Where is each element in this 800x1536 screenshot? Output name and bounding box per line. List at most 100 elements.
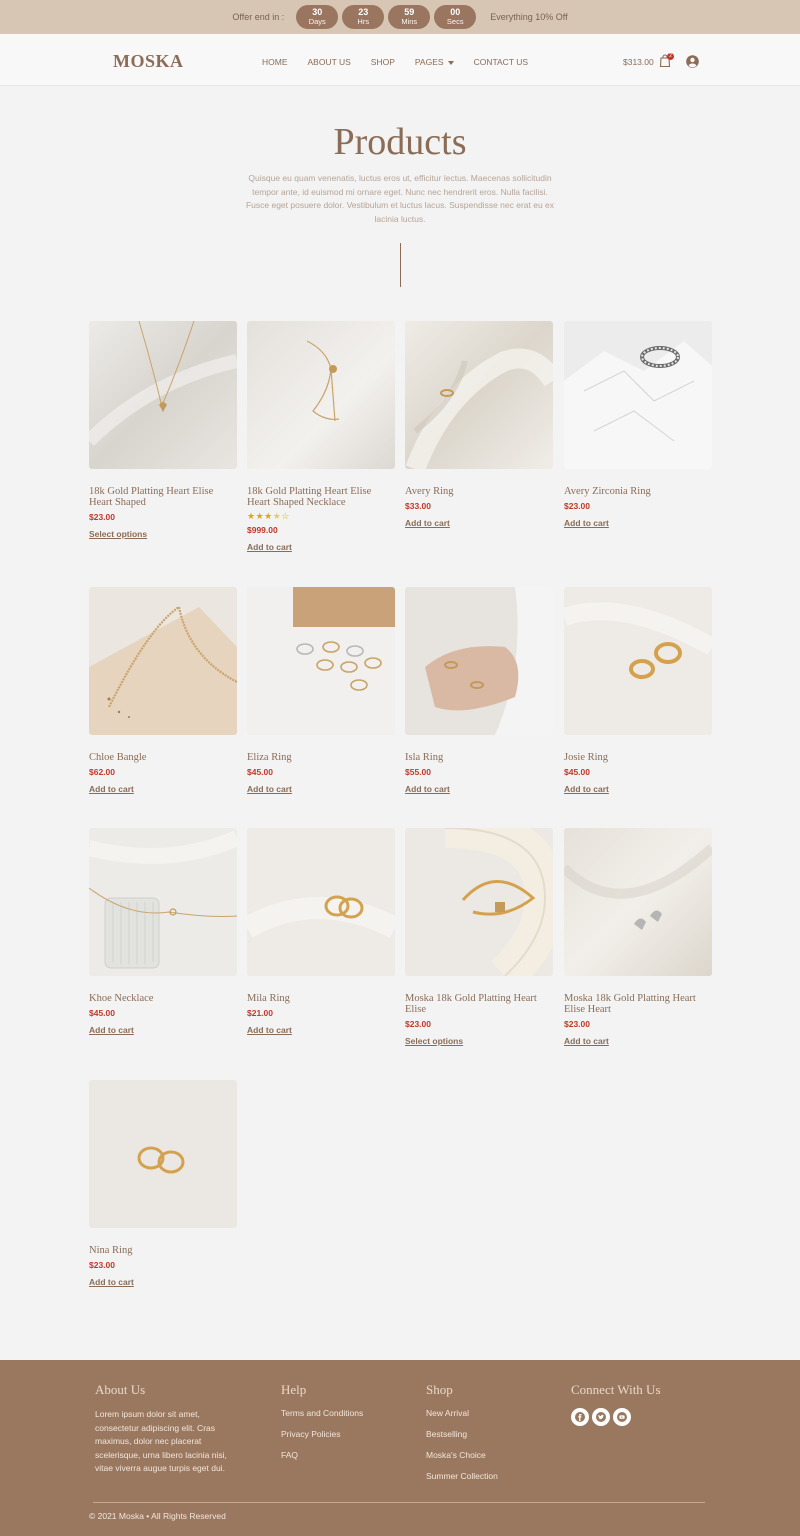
footer-about-text: Lorem ipsum dolor sit amet, consectetur …	[95, 1409, 227, 1473]
footer-link-moskas-choice[interactable]: Moska's Choice	[426, 1450, 498, 1460]
product-card: Josie Ring $45.00 Add to cart	[564, 587, 712, 797]
product-image[interactable]	[564, 828, 712, 976]
offer-discount-text: Everything 10% Off	[490, 12, 568, 22]
add-to-cart-button[interactable]: Add to cart	[405, 784, 450, 794]
nav-contact-us[interactable]: CONTACT US	[474, 57, 528, 67]
footer-link-new-arrival[interactable]: New Arrival	[426, 1408, 498, 1418]
footer-link-faq[interactable]: FAQ	[281, 1450, 363, 1460]
chevron-down-icon	[447, 60, 454, 65]
twitter-icon[interactable]	[592, 1408, 610, 1426]
product-card: Moska 18k Gold Platting Heart Elise $23.…	[405, 828, 553, 1049]
product-image[interactable]	[89, 828, 237, 976]
footer-shop-title: Shop	[426, 1382, 453, 1397]
product-image[interactable]	[89, 321, 237, 469]
product-price: $45.00	[564, 767, 590, 777]
product-card: Chloe Bangle $62.00 Add to cart	[89, 587, 237, 797]
countdown-minutes: 59 Mins	[388, 5, 431, 29]
product-image[interactable]	[405, 321, 553, 469]
nav-pages[interactable]: PAGES	[415, 57, 454, 67]
product-image[interactable]	[564, 321, 712, 469]
product-image[interactable]	[405, 828, 553, 976]
product-name[interactable]: Avery Zirconia Ring	[564, 486, 712, 497]
add-to-cart-button[interactable]: Add to cart	[564, 1036, 609, 1046]
footer-link-terms[interactable]: Terms and Conditions	[281, 1408, 363, 1418]
site-header: MOSKA HOME ABOUT US SHOP PAGES CONTACT U…	[0, 34, 800, 86]
nav-about-us[interactable]: ABOUT US	[308, 57, 351, 67]
footer-help: Help Terms and Conditions Privacy Polici…	[281, 1382, 363, 1471]
countdown-seconds: 00 Secs	[434, 5, 477, 29]
product-name[interactable]: Nina Ring	[89, 1245, 237, 1256]
footer-link-summer-collection[interactable]: Summer Collection	[426, 1471, 498, 1481]
add-to-cart-button[interactable]: Add to cart	[247, 1025, 292, 1035]
add-to-cart-button[interactable]: Add to cart	[247, 542, 292, 552]
product-card: Nina Ring $23.00 Add to cart	[89, 1080, 237, 1290]
footer-shop: Shop New Arrival Bestselling Moska's Cho…	[426, 1382, 498, 1492]
product-name[interactable]: 18k Gold Platting Heart Elise Heart Shap…	[247, 486, 395, 508]
youtube-icon[interactable]	[613, 1408, 631, 1426]
product-image[interactable]	[89, 587, 237, 735]
product-price: $45.00	[89, 1008, 115, 1018]
product-name[interactable]: Mila Ring	[247, 993, 395, 1004]
footer-connect: Connect With Us	[571, 1382, 661, 1426]
product-image[interactable]	[247, 321, 395, 469]
logo[interactable]: MOSKA	[113, 51, 184, 72]
add-to-cart-button[interactable]: Add to cart	[247, 784, 292, 794]
nav-shop[interactable]: SHOP	[371, 57, 395, 67]
product-card: 18k Gold Platting Heart Elise Heart Shap…	[247, 321, 395, 555]
page-description: Quisque eu quam venenatis, luctus eros u…	[245, 173, 555, 224]
product-card: Avery Zirconia Ring $23.00 Add to cart	[564, 321, 712, 531]
product-price: $23.00	[405, 1019, 431, 1029]
product-card: Mila Ring $21.00 Add to cart	[247, 828, 395, 1038]
product-price: $21.00	[247, 1008, 273, 1018]
footer-link-privacy[interactable]: Privacy Policies	[281, 1429, 363, 1439]
facebook-icon[interactable]	[571, 1408, 589, 1426]
footer-help-title: Help	[281, 1382, 307, 1397]
product-price: $45.00	[247, 767, 273, 777]
product-price: $23.00	[564, 501, 590, 511]
page-title: Products	[333, 121, 467, 163]
add-to-cart-button[interactable]: Add to cart	[564, 518, 609, 528]
product-image[interactable]	[247, 587, 395, 735]
cart-amount[interactable]: $313.00	[623, 57, 654, 67]
nav-pages-label: PAGES	[414, 57, 444, 67]
product-image[interactable]	[89, 1080, 237, 1228]
product-image[interactable]	[247, 828, 395, 976]
product-card: Avery Ring $33.00 Add to cart	[405, 321, 553, 531]
product-card: Isla Ring $55.00 Add to cart	[405, 587, 553, 797]
add-to-cart-button[interactable]: Add to cart	[89, 1025, 134, 1035]
main-nav: HOME ABOUT US SHOP PAGES CONTACT US	[262, 57, 548, 67]
footer-connect-title: Connect With Us	[571, 1382, 661, 1397]
add-to-cart-button[interactable]: Add to cart	[89, 1277, 134, 1287]
product-name[interactable]: Moska 18k Gold Platting Heart Elise	[405, 993, 553, 1015]
product-name[interactable]: Isla Ring	[405, 752, 553, 763]
select-options-button[interactable]: Select options	[405, 1036, 463, 1046]
product-price: $23.00	[564, 1019, 590, 1029]
star-rating: ★★★★☆	[247, 511, 290, 521]
product-name[interactable]: Moska 18k Gold Platting Heart Elise Hear…	[564, 993, 712, 1015]
product-price: $55.00	[405, 767, 431, 777]
product-name[interactable]: Josie Ring	[564, 752, 712, 763]
product-name[interactable]: Eliza Ring	[247, 752, 395, 763]
product-name[interactable]: 18k Gold Platting Heart Elise Heart Shap…	[89, 486, 237, 508]
product-name[interactable]: Avery Ring	[405, 486, 553, 497]
product-price: $23.00	[89, 1260, 115, 1270]
product-card: 18k Gold Platting Heart Elise Heart Shap…	[89, 321, 237, 542]
add-to-cart-button[interactable]: Add to cart	[564, 784, 609, 794]
nav-home[interactable]: HOME	[262, 57, 288, 67]
footer-divider	[93, 1502, 705, 1503]
product-image[interactable]	[405, 587, 553, 735]
product-price: $33.00	[405, 501, 431, 511]
user-account-icon[interactable]	[686, 55, 699, 68]
product-name[interactable]: Khoe Necklace	[89, 993, 237, 1004]
footer-about: About Us Lorem ipsum dolor sit amet, con…	[95, 1382, 235, 1476]
countdown-hours: 23 Hrs	[342, 5, 385, 29]
select-options-button[interactable]: Select options	[89, 529, 147, 539]
product-card: Moska 18k Gold Platting Heart Elise Hear…	[564, 828, 712, 1049]
product-name[interactable]: Chloe Bangle	[89, 752, 237, 763]
footer-link-bestselling[interactable]: Bestselling	[426, 1429, 498, 1439]
add-to-cart-button[interactable]: Add to cart	[89, 784, 134, 794]
add-to-cart-button[interactable]: Add to cart	[405, 518, 450, 528]
product-image[interactable]	[564, 587, 712, 735]
footer-about-title: About Us	[95, 1382, 146, 1397]
cart-count-badge: 2	[667, 53, 674, 60]
